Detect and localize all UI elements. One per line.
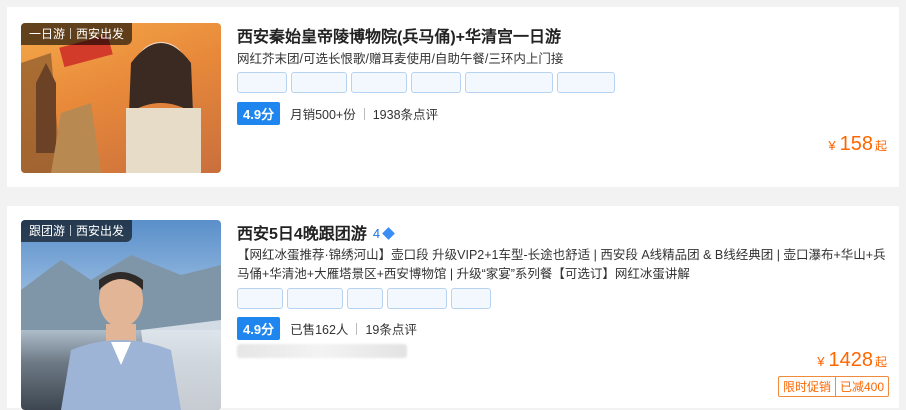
product-card-2[interactable]: 跟团游 西安出发 西安5日4晚跟团游 4 【网红冰蛋推荐·锦绣河山】壶口段 升级VI…: [7, 206, 899, 410]
product-subtitle-2: 【网红冰蛋推荐·锦绣河山】壶口段 升级VIP2+1车型-长途也舒适 | 西安段 …: [237, 248, 886, 281]
score-badge: 4.9分: [237, 102, 281, 125]
feature-tags-1: [237, 72, 615, 93]
review-count[interactable]: 1938条点评: [373, 104, 438, 123]
blurred-info: [237, 344, 407, 358]
score-badge: 4.9分: [237, 317, 281, 340]
product-title-1[interactable]: 西安秦始皇帝陵博物院(兵马俑)+华清宫一日游: [237, 23, 561, 47]
product-image-1[interactable]: 一日游 西安出发: [21, 23, 221, 173]
price-1: ¥158 起: [828, 133, 887, 155]
product-card-1[interactable]: 一日游 西安出发 西安秦始皇帝陵博物院(兵马俑)+华清宫一日游 网红芥末团/可选长…: [7, 7, 899, 187]
product-subtitle-1: 网红芥末团/可选长恨歌/赠耳麦使用/自助午餐/三环内上门接: [237, 52, 564, 66]
sales-count: 已售162人: [290, 323, 349, 337]
sales-count: 月销500+份: [290, 108, 356, 122]
rating-row-2: 4.9分 已售162人 19条点评: [237, 317, 417, 340]
diamond-icon: [382, 227, 395, 240]
promo-badge: 限时促销 已减400: [777, 376, 889, 397]
product-tag-2: 跟团游 西安出发: [21, 220, 133, 242]
price-2: ¥1428 起: [817, 349, 887, 371]
product-image-2[interactable]: 跟团游 西安出发: [21, 220, 221, 410]
product-tag-1: 一日游 西安出发: [21, 23, 133, 45]
rating-row-1: 4.9分 月销500+份 1938条点评: [237, 102, 438, 125]
rank-badge: 4: [373, 226, 395, 241]
product-title-2[interactable]: 西安5日4晚跟团游 4: [237, 220, 395, 244]
review-count[interactable]: 19条点评: [365, 319, 416, 338]
feature-tags-2: [237, 288, 491, 309]
